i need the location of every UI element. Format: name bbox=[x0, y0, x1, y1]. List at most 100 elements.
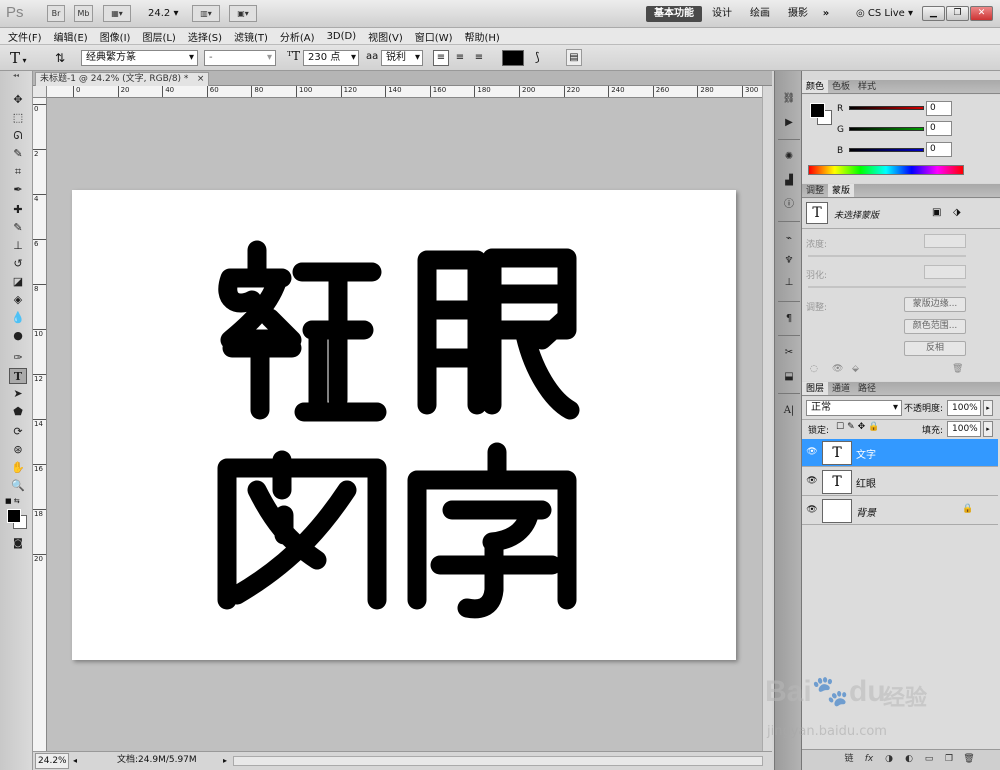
invert-button[interactable]: 反相 bbox=[904, 341, 966, 356]
tab-swatches[interactable]: 色板 bbox=[828, 80, 854, 93]
apply-mask-icon[interactable]: ⬙ bbox=[852, 364, 859, 374]
horizontal-scrollbar[interactable] bbox=[233, 756, 763, 766]
align-center-button[interactable]: ≡ bbox=[452, 50, 468, 66]
histogram-panel-icon[interactable]: ▟ bbox=[780, 173, 798, 189]
menu-item-5[interactable]: 滤镜(T) bbox=[234, 29, 268, 44]
color-range-button[interactable]: 颜色范围... bbox=[904, 319, 966, 334]
paragraph-panel-icon[interactable]: ¶ bbox=[780, 311, 798, 327]
vertical-ruler[interactable]: 0 2 4 6 8 10 12 14 16 18 20 bbox=[33, 98, 47, 751]
link-layers-icon[interactable]: 链 bbox=[842, 753, 856, 765]
tab-layers[interactable]: 图层 bbox=[802, 382, 829, 395]
menu-item-7[interactable]: 3D(D) bbox=[327, 31, 357, 42]
tab-color[interactable]: 颜色 bbox=[802, 80, 829, 93]
restore-button[interactable]: ❐ bbox=[946, 6, 969, 21]
clone-source-icon[interactable]: ♆ bbox=[780, 253, 798, 269]
lock-icons[interactable]: ☐✎✥🔒 bbox=[836, 422, 882, 432]
view-extras-button[interactable]: ▦▾ bbox=[103, 5, 131, 22]
measurement-panel-icon[interactable]: ⬓ bbox=[780, 369, 798, 385]
eye-icon[interactable]: 👁 bbox=[806, 446, 818, 458]
adjustment-layer-icon[interactable]: ◐ bbox=[902, 753, 916, 765]
warp-text-icon[interactable]: ⟆ bbox=[535, 50, 540, 64]
history-panel-icon[interactable]: ⛓ bbox=[780, 91, 798, 107]
swap-colors-icon[interactable]: ■ ⇆ bbox=[5, 497, 20, 505]
align-left-button[interactable]: ≡ bbox=[433, 50, 449, 66]
delete-layer-icon[interactable]: 🗑 bbox=[962, 753, 976, 765]
zoom-level-dropdown[interactable]: 24.2 ▾ bbox=[148, 8, 178, 19]
crop-tool-icon[interactable]: ⌗ bbox=[9, 164, 27, 180]
eraser-tool-icon[interactable]: ◪ bbox=[9, 274, 27, 290]
bridge-button[interactable]: Br bbox=[47, 5, 65, 22]
workspace-photography[interactable]: 摄影 bbox=[781, 6, 815, 22]
delete-mask-icon[interactable]: 🗑 bbox=[952, 364, 963, 374]
collapse-arrows-icon[interactable]: ◂◂ bbox=[3, 72, 29, 79]
tab-masks[interactable]: 蒙版 bbox=[828, 184, 855, 197]
workspace-painting[interactable]: 绘画 bbox=[743, 6, 777, 22]
paint-bucket-icon[interactable]: ◈ bbox=[9, 292, 27, 308]
font-family-select[interactable]: 经典繁方篆 ▾ bbox=[81, 50, 198, 66]
tool-preset-picker[interactable]: T ▾ bbox=[10, 48, 40, 68]
3d-rotate-icon[interactable]: ⟳ bbox=[9, 424, 27, 440]
new-group-icon[interactable]: ▭ bbox=[922, 753, 936, 765]
zoom-tool-icon[interactable]: 🔍 bbox=[9, 478, 27, 494]
font-size-field[interactable]: 230 点 ▾ bbox=[303, 50, 359, 66]
3d-orbit-icon[interactable]: ⊛ bbox=[9, 442, 27, 458]
menu-item-3[interactable]: 图层(L) bbox=[142, 29, 175, 44]
channel-r-slider[interactable] bbox=[849, 106, 924, 110]
history-brush-icon[interactable]: ↺ bbox=[9, 256, 27, 272]
eye-icon[interactable]: 👁 bbox=[806, 504, 818, 516]
quick-mask-icon[interactable]: ◙ bbox=[9, 536, 27, 552]
screen-mode-button[interactable]: ▣▾ bbox=[229, 5, 257, 22]
fx-icon[interactable]: fx bbox=[862, 753, 876, 765]
brush-presets-icon[interactable]: ⌁ bbox=[780, 231, 798, 247]
marquee-tool-icon[interactable]: ⬚ bbox=[9, 110, 27, 126]
character-panel-button[interactable]: ▤ bbox=[566, 49, 582, 66]
vector-mask-icon[interactable]: ⬗ bbox=[953, 207, 961, 218]
color-spectrum-bar[interactable] bbox=[808, 165, 964, 175]
density-slider[interactable] bbox=[808, 255, 966, 257]
blend-mode-select[interactable]: 正常 ▾ bbox=[806, 400, 902, 416]
add-mask-icon[interactable]: ◑ bbox=[882, 753, 896, 765]
more-workspaces-button[interactable]: » bbox=[818, 6, 834, 22]
tool-presets-icon[interactable]: ⊥ bbox=[780, 275, 798, 291]
foreground-color-swatch[interactable] bbox=[7, 509, 21, 523]
opacity-field[interactable]: 100% bbox=[947, 400, 981, 416]
actions-panel-icon[interactable]: ▶ bbox=[780, 115, 798, 131]
font-style-select[interactable]: - ▾ bbox=[204, 50, 276, 66]
color-fg-swatch[interactable] bbox=[810, 103, 825, 118]
canvas[interactable] bbox=[72, 190, 736, 660]
dodge-tool-icon[interactable]: ● bbox=[9, 328, 27, 344]
pixel-mask-icon[interactable]: ▣ bbox=[932, 207, 941, 218]
tab-adjustments[interactable]: 调整 bbox=[802, 184, 828, 197]
menu-item-6[interactable]: 分析(A) bbox=[280, 29, 315, 44]
tab-paths[interactable]: 路径 bbox=[854, 382, 880, 395]
menu-item-10[interactable]: 帮助(H) bbox=[465, 29, 500, 44]
text-color-swatch[interactable] bbox=[502, 50, 524, 66]
path-selection-icon[interactable]: ➤ bbox=[9, 386, 27, 402]
blur-tool-icon[interactable]: 💧 bbox=[9, 310, 27, 326]
document-tab[interactable]: 未标题-1 @ 24.2% (文字, RGB/8) * × bbox=[35, 72, 210, 86]
mini-bridge-button[interactable]: Mb bbox=[74, 5, 93, 22]
character-panel-icon[interactable]: A| bbox=[780, 403, 798, 419]
pen-tool-icon[interactable]: ✑ bbox=[9, 350, 27, 366]
minimize-button[interactable]: ▁ bbox=[922, 6, 945, 21]
channel-g-value[interactable]: 0 bbox=[926, 121, 952, 136]
visibility-icon[interactable]: 👁 bbox=[832, 364, 843, 374]
eye-icon[interactable]: 👁 bbox=[806, 475, 818, 487]
feather-slider[interactable] bbox=[808, 286, 966, 288]
close-tab-icon[interactable]: × bbox=[197, 73, 205, 86]
tab-channels[interactable]: 通道 bbox=[828, 382, 854, 395]
density-field[interactable] bbox=[924, 234, 966, 248]
channel-r-value[interactable]: 0 bbox=[926, 101, 952, 116]
eyedropper-tool-icon[interactable]: ✒ bbox=[9, 182, 27, 198]
channel-b-value[interactable]: 0 bbox=[926, 142, 952, 157]
close-window-button[interactable]: ✕ bbox=[970, 6, 993, 21]
workspace-essentials[interactable]: 基本功能 bbox=[646, 6, 702, 22]
channel-b-slider[interactable] bbox=[849, 148, 924, 152]
ruler-origin[interactable] bbox=[33, 86, 47, 98]
info-panel-icon[interactable]: ⓘ bbox=[780, 197, 798, 213]
menu-item-1[interactable]: 编辑(E) bbox=[54, 29, 88, 44]
status-menu-arrow-icon[interactable]: ◂ bbox=[73, 752, 77, 769]
workspace-design[interactable]: 设计 bbox=[705, 6, 739, 22]
horizontal-ruler[interactable]: 0 20 40 60 80 100 120 140 160 180 200 220 240 260 280 3… bbox=[47, 86, 762, 98]
lasso-tool-icon[interactable]: ᘏ bbox=[9, 128, 27, 144]
